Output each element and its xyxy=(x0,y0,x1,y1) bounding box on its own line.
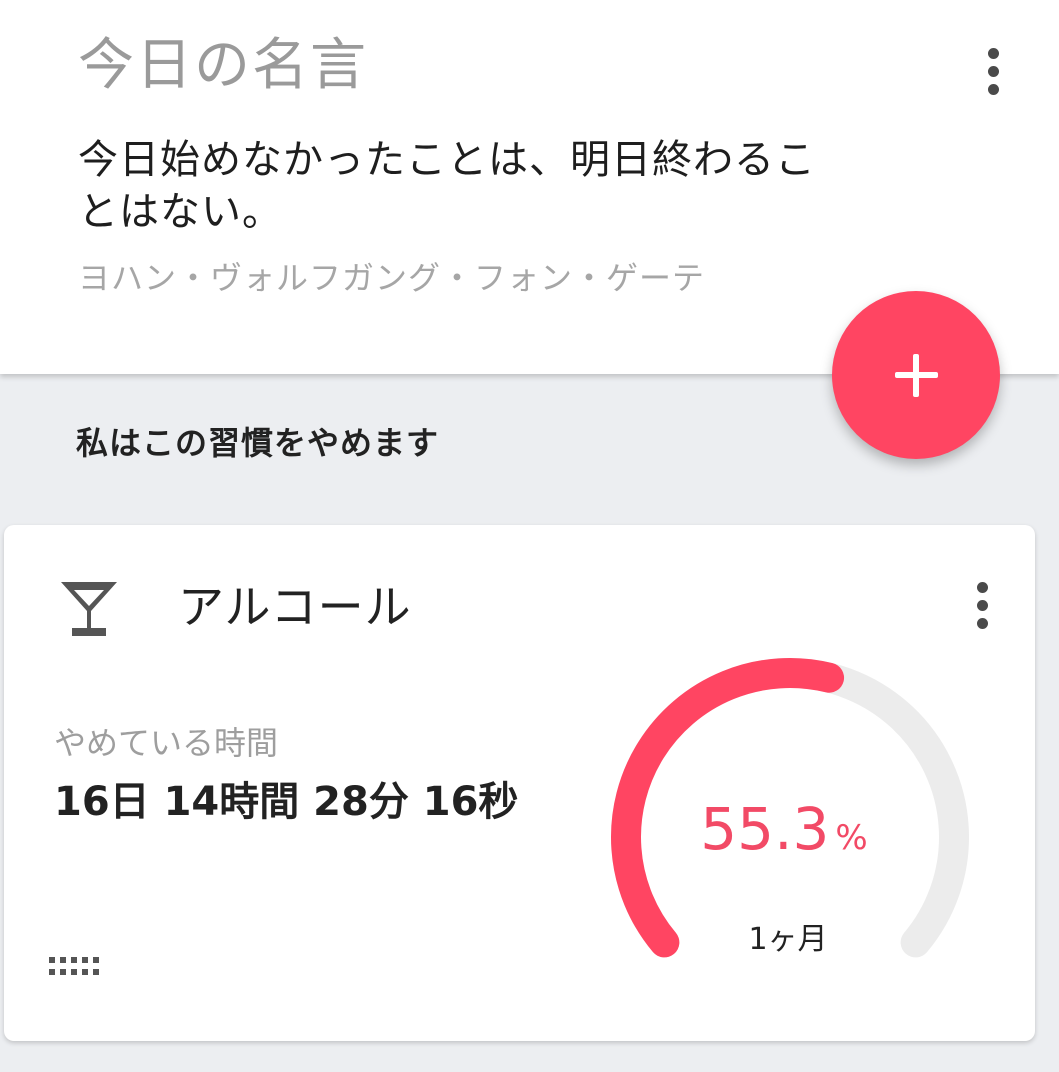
elapsed-time-value: 16日 14時間 28分 16秒 xyxy=(54,779,519,825)
quote-author: ヨハン・ヴォルフガング・フォン・ゲーテ xyxy=(78,259,706,297)
quote-more-vert-icon[interactable] xyxy=(973,41,1013,101)
progress-percent: 55.3% xyxy=(634,795,934,863)
progress-percent-unit: % xyxy=(835,818,868,858)
habit-more-vert-icon[interactable] xyxy=(962,575,1002,635)
habit-name: アルコール xyxy=(178,580,412,634)
goal-period-label: 1ヶ月 xyxy=(748,922,828,957)
habit-card[interactable]: アルコール やめている時間 16日 14時間 28分 16秒 55.3% 1ヶ月 xyxy=(4,525,1035,1041)
elapsed-time-label: やめている時間 xyxy=(54,724,279,762)
quote-text: 今日始めなかったことは、明日終わることはない。 xyxy=(78,137,816,235)
quote-title: 今日の名言 xyxy=(78,33,368,98)
cocktail-icon xyxy=(61,582,117,636)
progress-percent-value: 55.3 xyxy=(700,795,830,863)
drag-handle-icon[interactable] xyxy=(47,955,109,983)
add-habit-button[interactable] xyxy=(832,291,1000,459)
section-heading: 私はこの習慣をやめます xyxy=(76,424,440,462)
